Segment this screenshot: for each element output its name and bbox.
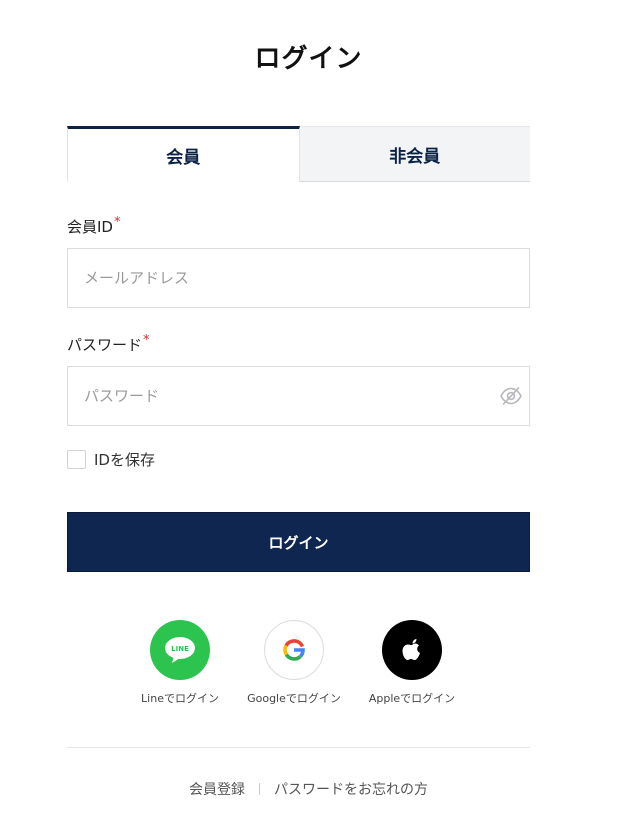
eye-off-icon[interactable] [498,385,524,407]
google-login: Googleでログイン [239,620,349,706]
footer-links: 会員登録 パスワードをお忘れの方 [0,778,617,800]
member-id-label-text: 会員ID [67,218,113,236]
password-input[interactable] [67,366,530,426]
google-icon [283,639,305,661]
member-tabs: 会員 非会員 [67,126,530,182]
required-mark: * [143,333,150,348]
save-id-checkbox[interactable] [67,449,86,469]
google-login-button[interactable] [264,620,324,680]
apple-login-caption: Appleでログイン [368,692,456,705]
save-id-checkbox-row[interactable]: IDを保存 [67,449,155,469]
login-button[interactable]: ログイン [67,512,530,572]
register-link[interactable]: 会員登録 [189,779,245,799]
forgot-password-link[interactable]: パスワードをお忘れの方 [274,779,428,799]
save-id-label: IDを保存 [94,450,155,469]
required-mark: * [113,215,121,230]
line-icon-text: LINE [171,645,189,653]
tab-member[interactable]: 会員 [67,126,300,182]
password-label-text: パスワード [67,336,143,354]
apple-login: Appleでログイン [357,620,467,706]
tab-non-member[interactable]: 非会員 [299,126,530,182]
footer-separator [259,783,260,795]
member-id-label: 会員ID* [67,215,120,237]
line-icon: LINE [165,637,195,663]
member-id-input[interactable] [67,248,530,308]
page-title: ログイン [254,44,363,74]
login-page: ログイン 会員 非会員 会員ID* パスワード* IDを保存 ログイン LINE… [0,0,617,833]
line-login-button[interactable]: LINE [150,620,210,680]
google-login-caption: Googleでログイン [247,692,341,705]
line-login: LINE Lineでログイン [125,620,235,706]
divider [67,747,530,748]
apple-icon [402,639,420,660]
apple-login-button[interactable] [382,620,442,680]
password-label: パスワード* [67,333,150,355]
line-login-caption: Lineでログイン [141,692,219,705]
